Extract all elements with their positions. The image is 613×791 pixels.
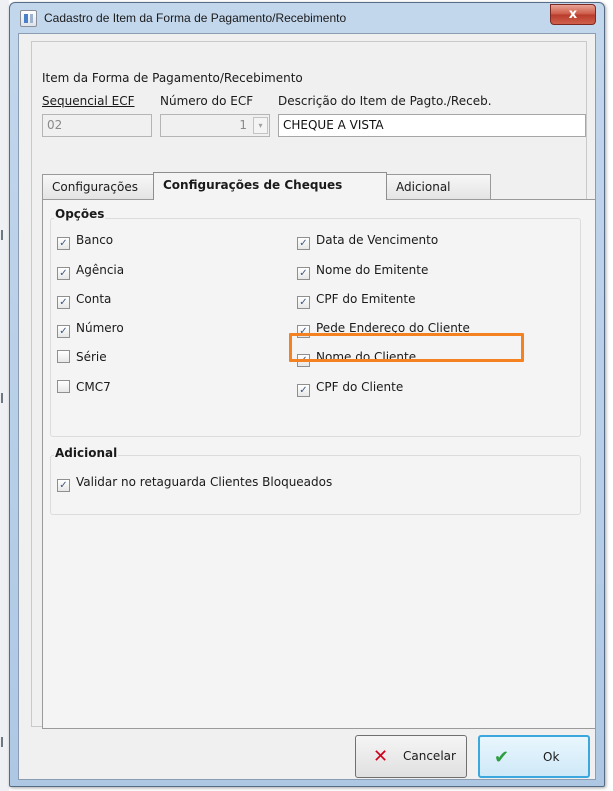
edge-mark [1, 737, 3, 747]
checkbox-check-icon[interactable]: ✓ [57, 325, 70, 338]
checkbox-validar-clientes-bloqueados[interactable]: ✓ Validar no retaguarda Clientes Bloquead… [57, 474, 333, 492]
tab-label: Configurações [52, 180, 138, 194]
numero-value: 1 [239, 118, 247, 132]
checkbox-check-icon[interactable]: ✓ [297, 237, 310, 250]
checkbox-label: Banco [76, 233, 114, 247]
checkbox-label: Número [76, 321, 124, 335]
numero-label: Número do ECF [160, 94, 254, 108]
checkbox-check-icon[interactable]: ✓ [297, 267, 310, 280]
tab-adicional[interactable]: Adicional [386, 174, 491, 200]
close-icon: x [568, 7, 578, 22]
cancel-button[interactable]: ✕ Cancelar [355, 735, 467, 778]
checkbox-empty-icon[interactable] [57, 350, 70, 363]
opcoes-title: Opções [54, 207, 106, 221]
numero-field[interactable]: 1 ▾ [160, 114, 270, 137]
tab-configuracoes[interactable]: Configurações [42, 174, 154, 200]
dialog-client-area: Item da Forma de Pagamento/Recebimento S… [18, 33, 596, 780]
sequencial-field[interactable]: 02 [42, 114, 152, 137]
checkbox-check-icon[interactable]: ✓ [57, 479, 70, 492]
cheques-tab-page: Opções ✓ Banco ✓ Agência ✓ Conta ✓ Número Sé… [42, 199, 596, 729]
cancel-label: Cancelar [403, 749, 456, 763]
checkbox-cpf-cliente[interactable]: ✓ CPF do Cliente [297, 379, 404, 397]
checkbox-label: CPF do Cliente [316, 380, 404, 394]
adicional-title: Adicional [54, 446, 119, 460]
checkbox-label: Nome do Emitente [316, 263, 429, 277]
close-button[interactable]: x [550, 4, 596, 25]
checkbox-cpf-emitente[interactable]: ✓ CPF do Emitente [297, 291, 416, 309]
checkbox-agencia[interactable]: ✓ Agência [57, 262, 125, 280]
checkbox-label: Série [76, 350, 107, 364]
checkbox-check-icon[interactable]: ✓ [57, 296, 70, 309]
edge-mark [1, 393, 3, 403]
descricao-field[interactable]: CHEQUE A VISTA [278, 114, 586, 137]
checkbox-nome-emitente[interactable]: ✓ Nome do Emitente [297, 262, 429, 280]
checkbox-banco[interactable]: ✓ Banco [57, 232, 114, 250]
tab-label: Adicional [396, 180, 451, 194]
section-label: Item da Forma de Pagamento/Recebimento [42, 71, 303, 85]
window-title: Cadastro de Item da Forma de Pagamento/R… [44, 11, 347, 25]
sequencial-value: 02 [47, 118, 63, 132]
descricao-label: Descrição do Item de Pagto./Receb. [278, 94, 492, 108]
tab-label: Configurações de Cheques [163, 178, 343, 192]
dialog-window: Cadastro de Item da Forma de Pagamento/R… [9, 2, 605, 787]
ok-button[interactable]: ✔ Ok [478, 735, 590, 778]
app-icon [20, 10, 37, 27]
checkbox-cmc7[interactable]: CMC7 [57, 379, 111, 395]
checkbox-numero[interactable]: ✓ Número [57, 320, 124, 338]
checkbox-label: CPF do Emitente [316, 292, 416, 306]
edge-mark [1, 230, 3, 240]
title-bar[interactable]: Cadastro de Item da Forma de Pagamento/R… [10, 3, 604, 33]
checkbox-label: Validar no retaguarda Clientes Bloqueado… [76, 475, 333, 489]
checkbox-label: Conta [76, 292, 112, 306]
checkbox-check-icon[interactable]: ✓ [57, 267, 70, 280]
ok-label: Ok [543, 750, 560, 764]
ok-check-icon: ✔ [494, 747, 510, 768]
left-window-edge [0, 0, 9, 791]
checkbox-serie[interactable]: Série [57, 349, 107, 365]
checkbox-check-icon[interactable]: ✓ [297, 296, 310, 309]
checkbox-label: CMC7 [76, 380, 111, 394]
checkbox-check-icon[interactable]: ✓ [57, 237, 70, 250]
checkbox-data-vencimento[interactable]: ✓ Data de Vencimento [297, 232, 439, 250]
checkbox-check-icon[interactable]: ✓ [297, 384, 310, 397]
sequencial-label: Sequencial ECF [42, 94, 135, 108]
descricao-value: CHEQUE A VISTA [283, 118, 384, 132]
checkbox-conta[interactable]: ✓ Conta [57, 291, 112, 309]
tab-control: Configurações Configurações de Cheques A… [42, 172, 596, 729]
checkbox-label: Agência [76, 263, 125, 277]
tab-configuracoes-de-cheques[interactable]: Configurações de Cheques [153, 172, 387, 200]
cancel-x-icon: ✕ [373, 746, 389, 767]
checkbox-empty-icon[interactable] [57, 380, 70, 393]
checkbox-label: Data de Vencimento [316, 233, 439, 247]
spin-down-icon[interactable]: ▾ [253, 117, 268, 134]
highlight-annotation [289, 333, 524, 362]
